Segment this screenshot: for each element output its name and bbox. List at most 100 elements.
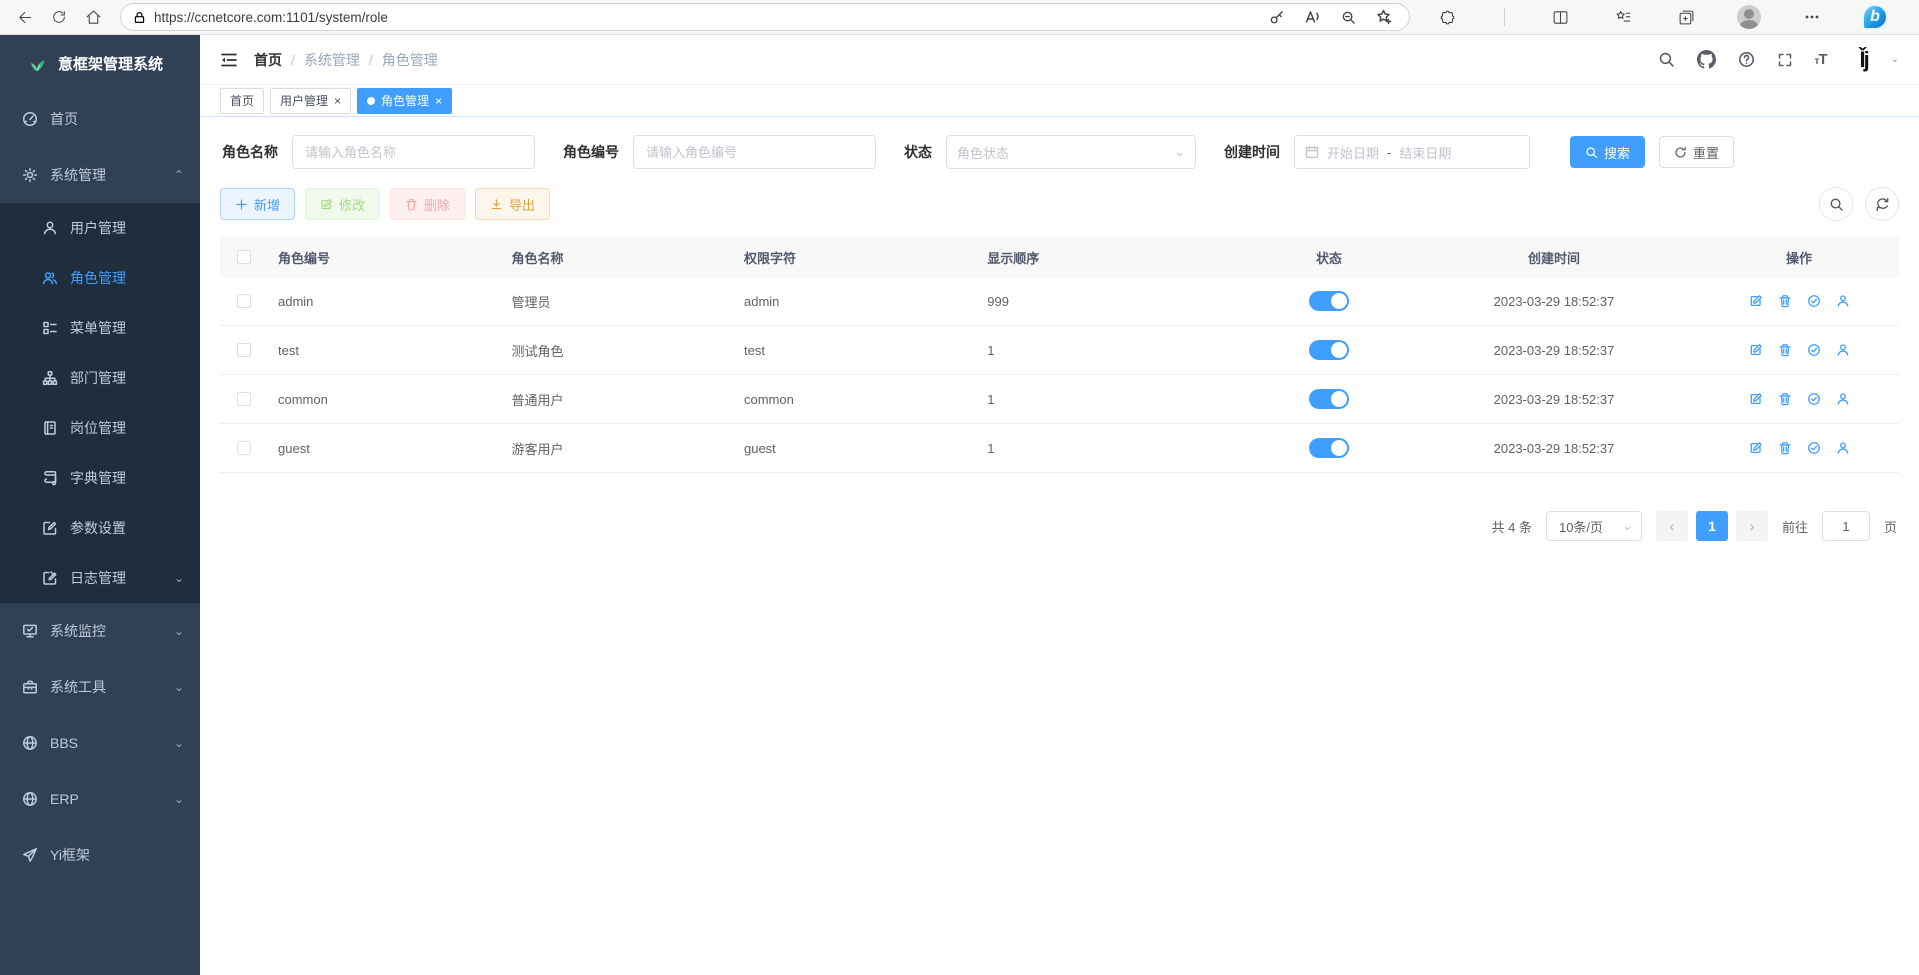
tab-user-mgmt[interactable]: 用户管理 × (270, 88, 351, 114)
row-datascope-button[interactable] (1807, 294, 1821, 308)
sidebar-item-log-mgmt[interactable]: 日志管理 ⌄ (0, 553, 200, 603)
favorites-button[interactable] (1609, 3, 1639, 31)
breadcrumb-home[interactable]: 首页 (254, 50, 282, 70)
row-datascope-button[interactable] (1807, 441, 1821, 455)
status-toggle[interactable] (1309, 389, 1349, 409)
help-button[interactable] (1738, 51, 1755, 68)
copilot-button[interactable]: b (1860, 3, 1890, 31)
sidebar-item-label: ERP (50, 791, 162, 807)
active-dot-icon (367, 97, 375, 105)
role-code-input[interactable] (633, 135, 876, 169)
toolbox-icon (22, 679, 38, 695)
select-all-checkbox[interactable] (237, 250, 251, 264)
tab-home[interactable]: 首页 (220, 88, 264, 114)
page-number-button[interactable]: 1 (1696, 511, 1728, 541)
sidebar-item-bbs[interactable]: BBS ⌄ (0, 715, 200, 771)
user-avatar-logo[interactable]: Ǐj (1849, 45, 1879, 75)
row-delete-button[interactable] (1778, 392, 1792, 406)
role-name-input[interactable] (292, 135, 535, 169)
delete-button[interactable]: 删除 (390, 188, 465, 220)
app-logo[interactable]: 意框架管理系统 (0, 35, 200, 91)
row-assign-user-button[interactable] (1836, 392, 1850, 406)
column-header-actions: 操作 (1709, 248, 1899, 267)
sidebar-item-post-mgmt[interactable]: 岗位管理 (0, 403, 200, 453)
next-page-button[interactable]: › (1736, 511, 1768, 541)
goto-page-input[interactable] (1822, 511, 1870, 541)
collections-button[interactable] (1671, 3, 1701, 31)
row-assign-user-button[interactable] (1836, 343, 1850, 357)
row-delete-button[interactable] (1778, 441, 1792, 455)
user-icon (1836, 343, 1850, 357)
tab-role-mgmt[interactable]: 角色管理 × (357, 88, 452, 114)
favorite-add-button[interactable] (1369, 3, 1399, 31)
sidebar-item-system-monitor[interactable]: 系统监控 ⌄ (0, 603, 200, 659)
sidebar-item-erp[interactable]: ERP ⌄ (0, 771, 200, 827)
row-delete-button[interactable] (1778, 343, 1792, 357)
sidebar-item-dict-mgmt[interactable]: 字典管理 (0, 453, 200, 503)
password-key-button[interactable] (1261, 3, 1291, 31)
row-checkbox[interactable] (237, 441, 251, 455)
status-select[interactable]: 角色状态 ⌄ (946, 135, 1196, 169)
leaf-logo-icon (26, 52, 48, 74)
search-button[interactable]: 搜索 (1570, 136, 1645, 168)
add-button[interactable]: 新增 (220, 188, 295, 220)
row-datascope-button[interactable] (1807, 343, 1821, 357)
zoom-out-button[interactable] (1333, 3, 1363, 31)
toggle-search-button[interactable] (1819, 187, 1853, 221)
close-icon[interactable]: × (334, 94, 341, 108)
browser-profile-button[interactable] (1734, 3, 1764, 31)
header-search-button[interactable] (1658, 51, 1675, 68)
url-text[interactable]: https://ccnetcore.com:1101/system/role (154, 10, 1253, 25)
sidebar-item-user-mgmt[interactable]: 用户管理 (0, 203, 200, 253)
row-assign-user-button[interactable] (1836, 441, 1850, 455)
sidebar-item-menu-mgmt[interactable]: 菜单管理 (0, 303, 200, 353)
font-size-button[interactable]: тT (1815, 51, 1827, 68)
date-range-picker[interactable]: 开始日期 - 结束日期 (1294, 135, 1530, 169)
browser-refresh-button[interactable] (44, 3, 74, 31)
cell-perm-string: test (744, 343, 987, 358)
extensions-button[interactable] (1433, 3, 1463, 31)
sidebar-item-role-mgmt[interactable]: 角色管理 (0, 253, 200, 303)
row-edit-button[interactable] (1749, 294, 1763, 308)
row-assign-user-button[interactable] (1836, 294, 1850, 308)
cell-role-name: 游客用户 (511, 439, 744, 458)
sidebar-item-param-settings[interactable]: 参数设置 (0, 503, 200, 553)
sidebar-item-system-tools[interactable]: 系统工具 ⌄ (0, 659, 200, 715)
org-tree-icon (42, 370, 58, 386)
pagination-total: 共 4 条 (1492, 517, 1532, 536)
row-edit-button[interactable] (1749, 343, 1763, 357)
row-checkbox[interactable] (237, 343, 251, 357)
status-toggle[interactable] (1309, 291, 1349, 311)
sidebar-fold-button[interactable] (220, 51, 238, 69)
close-icon[interactable]: × (435, 94, 442, 108)
chevron-down-icon[interactable]: ⌄ (1891, 54, 1899, 65)
status-toggle[interactable] (1309, 438, 1349, 458)
sidebar-item-home[interactable]: 首页 (0, 91, 200, 147)
github-button[interactable] (1697, 50, 1716, 69)
reset-button[interactable]: 重置 (1659, 136, 1734, 168)
browser-back-button[interactable] (10, 3, 40, 31)
sidebar-item-dept-mgmt[interactable]: 部门管理 (0, 353, 200, 403)
browser-home-button[interactable] (78, 3, 108, 31)
row-edit-button[interactable] (1749, 392, 1763, 406)
page-size-select[interactable]: 10条/页 ⌄ (1546, 511, 1642, 541)
prev-page-button[interactable]: ‹ (1656, 511, 1688, 541)
sidebar-item-yi-framework[interactable]: Yi框架 (0, 827, 200, 883)
read-aloud-button[interactable] (1297, 3, 1327, 31)
sidebar-item-system-mgmt[interactable]: 系统管理 ⌃ (0, 147, 200, 203)
profile-avatar (1737, 5, 1761, 29)
status-toggle[interactable] (1309, 340, 1349, 360)
row-datascope-button[interactable] (1807, 392, 1821, 406)
row-edit-button[interactable] (1749, 441, 1763, 455)
browser-settings-button[interactable] (1797, 3, 1827, 31)
modify-button[interactable]: 修改 (305, 188, 380, 220)
row-checkbox[interactable] (237, 392, 251, 406)
column-header-created-time: 创建时间 (1409, 248, 1709, 267)
row-delete-button[interactable] (1778, 294, 1792, 308)
row-checkbox[interactable] (237, 294, 251, 308)
refresh-table-button[interactable] (1865, 187, 1899, 221)
fullscreen-button[interactable] (1777, 52, 1793, 68)
split-screen-button[interactable] (1546, 3, 1576, 31)
export-button[interactable]: 导出 (475, 188, 550, 220)
address-bar[interactable]: https://ccnetcore.com:1101/system/role (120, 3, 1410, 31)
